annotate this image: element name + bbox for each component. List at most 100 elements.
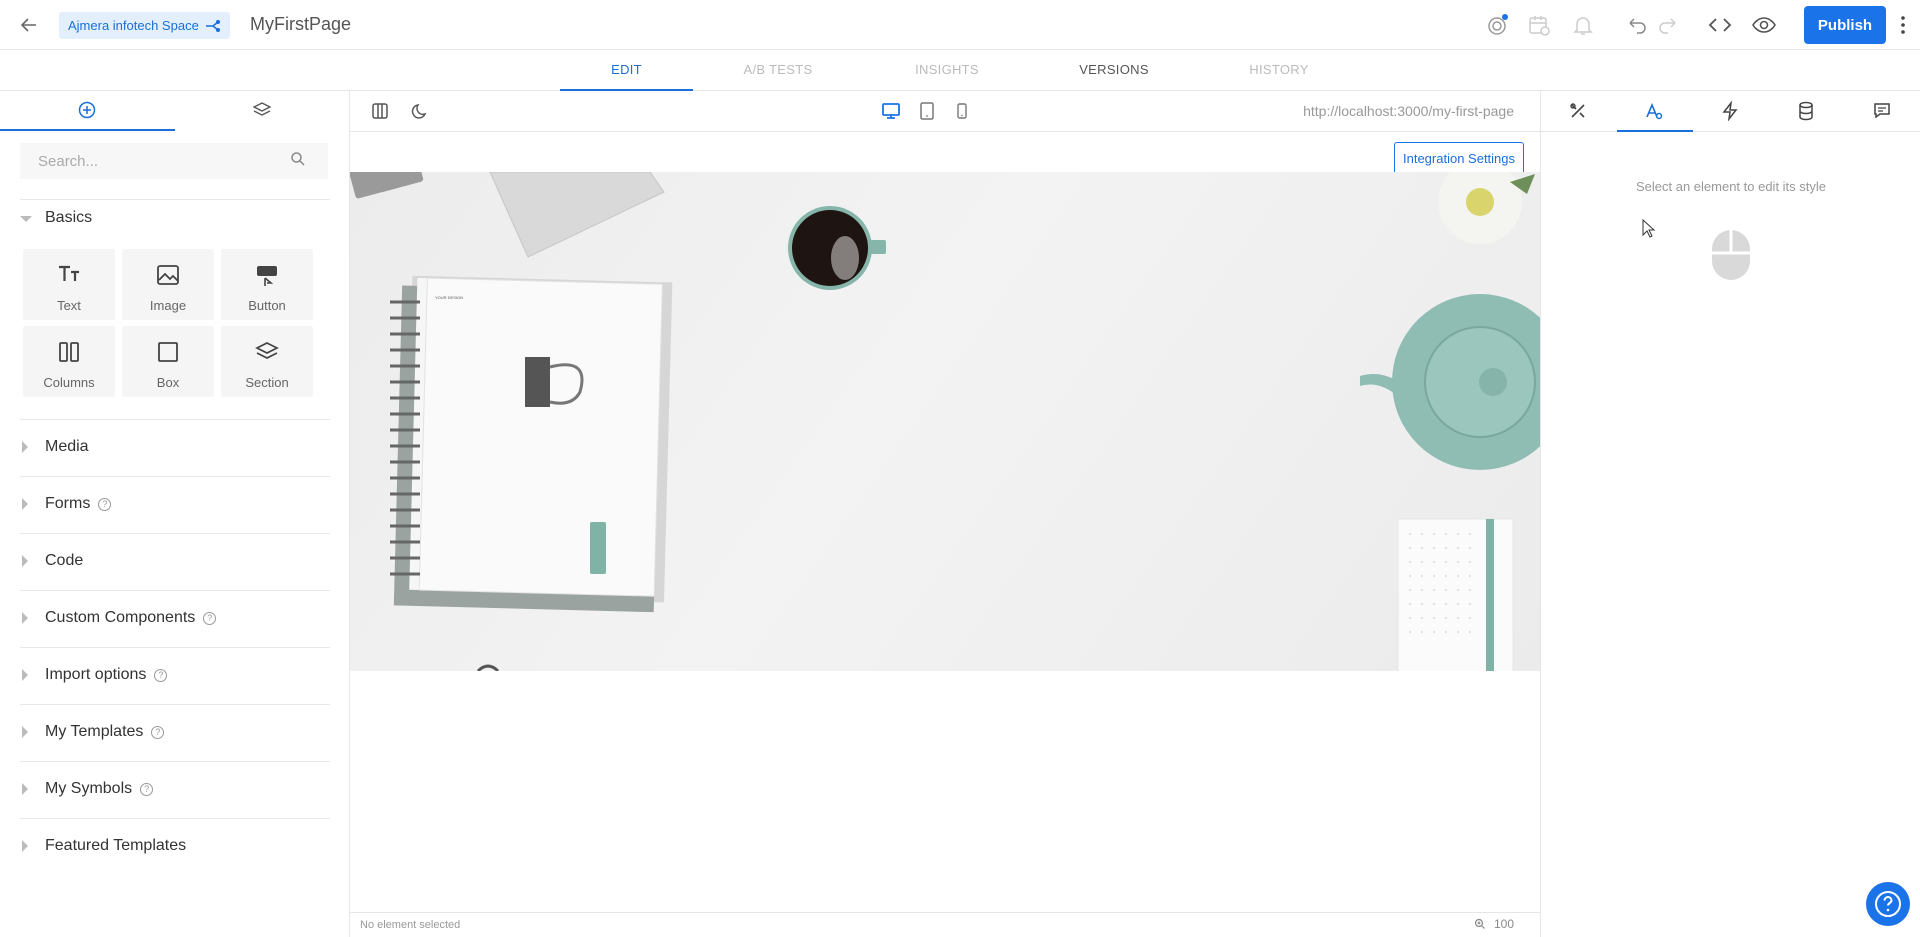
help-icon[interactable]: ? [203, 611, 217, 625]
section-label: Featured Templates [45, 837, 187, 854]
caret-right-icon [22, 612, 28, 624]
publish-button[interactable]: Publish [1804, 6, 1886, 44]
mobile-view-icon[interactable] [954, 101, 970, 121]
preview-eye-icon[interactable] [1752, 13, 1776, 37]
section-label: Custom Components [45, 609, 196, 626]
section-my-symbols[interactable]: My Symbols? [20, 761, 330, 818]
dark-mode-moon-icon[interactable] [411, 101, 429, 121]
layers-icon [253, 102, 271, 116]
help-icon[interactable]: ? [140, 782, 154, 796]
image-icon [157, 265, 179, 285]
section-my-templates[interactable]: My Templates? [20, 704, 330, 761]
tab-ab-tests[interactable]: A/B TESTS [718, 50, 838, 91]
tab-data[interactable] [1769, 91, 1845, 132]
tab-insights[interactable]: INSIGHTS [887, 50, 1007, 91]
grid-toggle-icon[interactable] [371, 101, 389, 121]
block-label: Box [156, 375, 180, 390]
selection-status: No element selected [360, 919, 461, 931]
section-icon [255, 342, 279, 359]
section-featured-templates[interactable]: Featured Templates [20, 818, 330, 875]
section-basics[interactable]: Basics [20, 199, 330, 229]
share-nodes-icon [205, 19, 220, 32]
caret-right-icon [22, 840, 28, 852]
page-url: http://localhost:3000/my-first-page [1303, 103, 1514, 119]
block-label: Button [248, 298, 286, 313]
question-circle-icon [1875, 891, 1901, 917]
caret-right-icon [22, 726, 28, 738]
tab-add-elements[interactable] [0, 91, 175, 131]
bell-icon[interactable] [1571, 13, 1595, 37]
comment-icon [1874, 103, 1890, 119]
space-badge[interactable]: Ajmera infotech Space [59, 12, 230, 39]
style-empty-hint: Select an element to edit its style [1635, 179, 1827, 194]
tab-comments[interactable] [1845, 91, 1920, 132]
text-icon [59, 265, 79, 281]
undo-icon[interactable] [1625, 13, 1649, 37]
tab-settings[interactable] [1541, 91, 1617, 132]
zoom-control[interactable]: 100 [1474, 917, 1514, 931]
section-code[interactable]: Code [20, 533, 330, 590]
hero-image[interactable]: YOUR DESIGN [350, 172, 1540, 671]
caret-right-icon [22, 783, 28, 795]
status-bar: No element selected 100 [350, 912, 1540, 937]
tab-history[interactable]: HISTORY [1219, 50, 1339, 91]
block-label: Section [245, 375, 289, 390]
desktop-view-icon[interactable] [881, 101, 901, 121]
cursor-pointer-icon [1642, 219, 1656, 238]
style-brush-icon [1646, 102, 1663, 120]
database-icon [1799, 101, 1813, 121]
redo-icon[interactable] [1656, 13, 1680, 37]
columns-icon [59, 342, 79, 362]
back-arrow-icon[interactable] [18, 14, 40, 36]
tab-versions[interactable]: VERSIONS [1054, 50, 1174, 91]
tools-icon [1570, 103, 1585, 118]
zoom-value: 100 [1494, 917, 1515, 931]
lightning-icon [1722, 101, 1738, 121]
section-label: Forms [45, 495, 91, 512]
plus-circle-icon [78, 101, 96, 119]
button-icon [257, 266, 277, 286]
tab-edit[interactable]: EDIT [560, 50, 693, 91]
right-panel-tabs [1541, 91, 1920, 132]
section-import-options[interactable]: Import options? [20, 647, 330, 704]
notebook-label: YOUR DESIGN [435, 295, 463, 300]
top-bar: Ajmera infotech Space MyFirstPage Publis… [0, 0, 1920, 50]
integration-settings-button[interactable]: Integration Settings [1394, 142, 1525, 175]
help-icon[interactable]: ? [98, 497, 112, 511]
search-input[interactable] [20, 143, 328, 179]
section-forms[interactable]: Forms? [20, 476, 330, 533]
search-icon [291, 152, 305, 166]
block-button[interactable]: Button [221, 249, 313, 320]
section-basics-label: Basics [45, 209, 93, 226]
tab-style[interactable] [1617, 91, 1693, 132]
caret-right-icon [22, 441, 28, 453]
block-columns[interactable]: Columns [23, 326, 115, 397]
calendar-schedule-icon[interactable] [1527, 13, 1551, 37]
section-label: Import options [45, 666, 147, 683]
block-box[interactable]: Box [122, 326, 214, 397]
caret-right-icon [22, 669, 28, 681]
block-section[interactable]: Section [221, 326, 313, 397]
canvas-toolbar: http://localhost:3000/my-first-page [350, 91, 1540, 132]
mouse-icon [1712, 230, 1750, 280]
left-panel-tabs [0, 91, 349, 131]
section-media[interactable]: Media [20, 419, 330, 476]
caret-down-icon [20, 216, 32, 222]
section-label: Code [45, 552, 84, 569]
help-icon[interactable]: ? [154, 668, 168, 682]
tab-interactions[interactable] [1693, 91, 1769, 132]
block-label: Image [149, 298, 187, 313]
tab-layers[interactable] [175, 91, 350, 131]
help-icon[interactable]: ? [151, 725, 165, 739]
tablet-view-icon[interactable] [918, 101, 936, 121]
code-icon[interactable] [1708, 13, 1732, 37]
more-options-icon[interactable] [1897, 13, 1909, 37]
section-custom-components[interactable]: Custom Components? [20, 590, 330, 647]
block-image[interactable]: Image [122, 249, 214, 320]
space-label: Ajmera infotech Space [68, 18, 199, 33]
section-label: Media [45, 438, 89, 455]
caret-right-icon [22, 555, 28, 567]
target-icon[interactable] [1486, 13, 1510, 37]
help-chat-button[interactable] [1866, 882, 1910, 926]
block-text[interactable]: Text [23, 249, 115, 320]
